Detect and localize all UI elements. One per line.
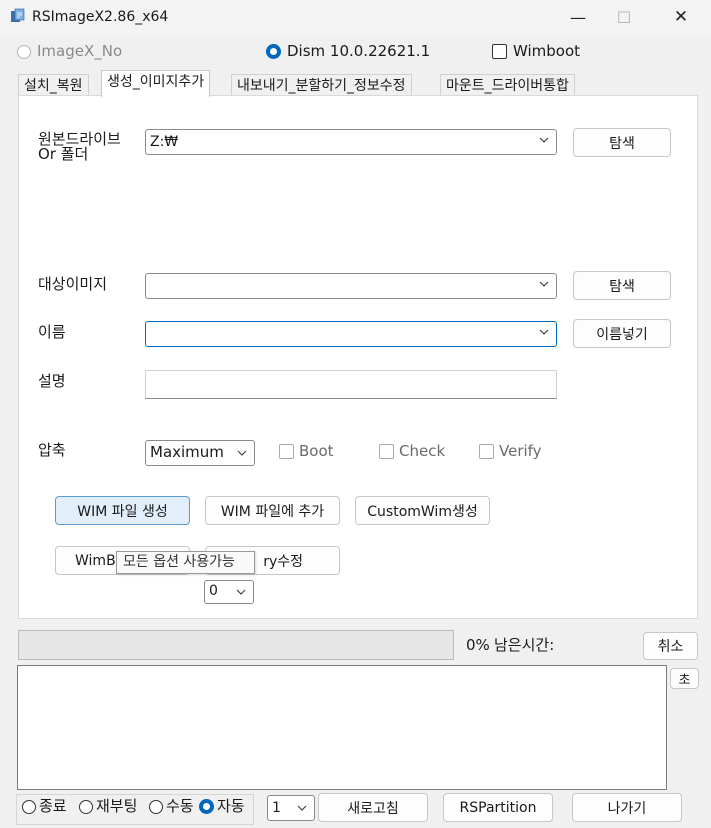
check-option[interactable]: Check	[379, 444, 445, 459]
title-bar: RSImageX2.86_x64 — ☐ ✕	[0, 0, 711, 34]
manual-label: 수동	[166, 797, 194, 815]
button-label: 나가기	[607, 800, 647, 817]
button-label: WimB	[75, 552, 116, 569]
button-label: RSPartition	[459, 799, 537, 816]
minimize-icon: —	[570, 7, 586, 27]
manual-option[interactable]: 수동	[149, 799, 194, 814]
chevron-down-icon	[237, 450, 247, 456]
index-value: 0	[209, 583, 218, 599]
progress-percent: 0%	[466, 636, 490, 654]
check-label: Check	[399, 442, 446, 460]
cancel-button[interactable]: 취소	[643, 632, 698, 660]
remaining-time-label: 남은시간:	[494, 636, 555, 654]
button-label: 취소	[657, 639, 684, 655]
count-value: 1	[272, 800, 281, 816]
tab-mount-driver[interactable]: 마운트_드라이버통합	[440, 74, 575, 97]
app-icon	[11, 8, 25, 22]
refresh-button[interactable]: 새로고침	[318, 793, 428, 822]
create-wim-button[interactable]: WIM 파일 생성	[55, 496, 190, 525]
button-label: 이름넣기	[596, 326, 648, 343]
maximize-button[interactable]: ☐	[601, 0, 647, 34]
boot-option[interactable]: Boot	[279, 444, 334, 459]
chevron-down-icon	[236, 589, 246, 595]
manual-radio[interactable]	[149, 799, 163, 814]
chevron-down-icon	[539, 281, 549, 287]
target-combo[interactable]	[145, 273, 557, 299]
button-label: WIM 파일에 추가	[220, 503, 325, 520]
target-label: 대상이미지	[38, 275, 108, 293]
close-icon: ✕	[673, 7, 689, 27]
imagex-label: ImageX_No	[37, 42, 123, 60]
tooltip: 모든 옵션 사용가능	[116, 551, 255, 574]
tab-label: 설치_복원	[24, 78, 83, 94]
exit-radio[interactable]	[22, 799, 36, 814]
tab-install-restore[interactable]: 설치_복원	[18, 74, 89, 97]
chevron-down-icon	[539, 137, 549, 143]
chevron-down-icon	[539, 329, 549, 335]
auto-option[interactable]: 자동	[199, 799, 245, 814]
reboot-radio[interactable]	[79, 799, 93, 814]
name-label: 이름	[38, 323, 66, 341]
boot-checkbox[interactable]	[279, 444, 294, 459]
compression-label: 압축	[38, 441, 66, 459]
button-label: 새로고침	[347, 800, 399, 817]
button-label: 탐색	[609, 135, 635, 152]
verify-option[interactable]: Verify	[479, 444, 542, 459]
progress-bar	[18, 630, 454, 660]
quit-button[interactable]: 나가기	[572, 793, 682, 822]
window-title: RSImageX2.86_x64	[32, 9, 169, 25]
imagex-radio[interactable]	[17, 44, 31, 59]
maximize-icon: ☐	[616, 7, 632, 27]
tab-label: 내보내기_분할하기_정보수정	[237, 78, 406, 94]
source-label: 원본드라이브 Or 폴더	[38, 130, 121, 163]
tab-panel	[18, 95, 698, 619]
source-value: Z:₩	[150, 134, 179, 150]
tab-label: 생성_이미지추가	[107, 74, 205, 90]
tab-export-split[interactable]: 내보내기_분할하기_정보수정	[231, 74, 412, 97]
wimboot-label: Wimboot	[513, 42, 581, 60]
button-label: ry수정	[263, 553, 303, 570]
description-label: 설명	[38, 372, 66, 390]
exit-option[interactable]: 종료	[22, 799, 67, 814]
button-label: 초	[678, 673, 691, 688]
source-browse-button[interactable]: 탐색	[573, 128, 671, 157]
minimize-button[interactable]: —	[555, 0, 601, 34]
auto-radio[interactable]	[199, 799, 214, 814]
wimboot-checkbox[interactable]	[492, 44, 507, 59]
index-select[interactable]: 0	[204, 580, 254, 604]
append-wim-button[interactable]: WIM 파일에 추가	[205, 496, 340, 525]
name-combo[interactable]	[145, 321, 557, 347]
boot-label: Boot	[299, 442, 334, 460]
dism-option[interactable]: Dism 10.0.22621.1	[266, 44, 430, 59]
custom-wim-button[interactable]: CustomWim생성	[355, 496, 490, 525]
compression-value: Maximum	[150, 443, 224, 461]
chevron-down-icon	[297, 805, 307, 811]
verify-checkbox[interactable]	[479, 444, 494, 459]
reboot-option[interactable]: 재부팅	[79, 799, 137, 814]
imagex-option[interactable]: ImageX_No	[17, 44, 122, 59]
source-combo[interactable]: Z:₩	[145, 129, 557, 155]
close-button[interactable]: ✕	[658, 0, 704, 34]
auto-label: 자동	[217, 797, 245, 815]
button-label: CustomWim생성	[367, 503, 478, 520]
button-label: 탐색	[609, 278, 635, 295]
compression-select[interactable]: Maximum	[145, 440, 255, 466]
count-select[interactable]: 1	[267, 795, 315, 821]
check-checkbox[interactable]	[379, 444, 394, 459]
wimboot-option[interactable]: Wimboot	[492, 44, 580, 59]
reboot-label: 재부팅	[96, 797, 138, 815]
tab-create-append[interactable]: 생성_이미지추가	[101, 70, 211, 97]
dism-label: Dism 10.0.22621.1	[287, 42, 431, 60]
log-textarea[interactable]	[17, 665, 667, 790]
description-input[interactable]	[145, 370, 557, 399]
target-browse-button[interactable]: 탐색	[573, 271, 671, 300]
seconds-button[interactable]: 초	[670, 668, 699, 689]
insert-name-button[interactable]: 이름넣기	[573, 319, 671, 348]
tab-label: 마운트_드라이버통합	[446, 78, 569, 94]
verify-label: Verify	[499, 442, 542, 460]
button-label: WIM 파일 생성	[77, 503, 168, 520]
rspartition-button[interactable]: RSPartition	[443, 793, 553, 822]
exit-label: 종료	[39, 797, 67, 815]
dism-radio[interactable]	[266, 44, 281, 59]
